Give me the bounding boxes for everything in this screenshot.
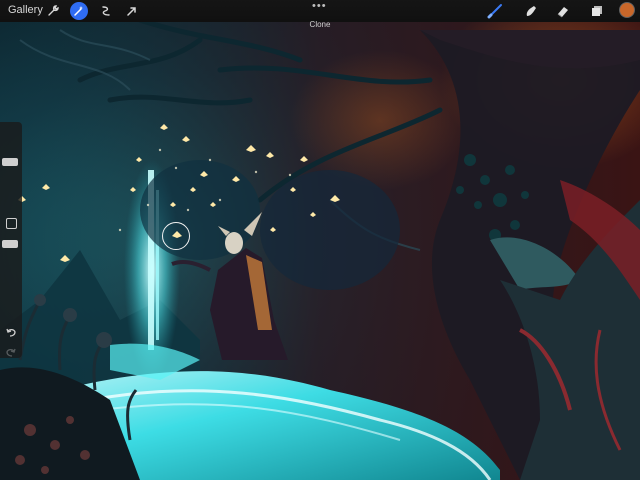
transform-arrow-icon[interactable]: [123, 2, 141, 20]
left-sidebar: [0, 122, 22, 358]
redo-icon[interactable]: [5, 346, 17, 358]
artwork-canvas[interactable]: [0, 0, 640, 480]
undo-icon[interactable]: [5, 326, 17, 338]
brush-icon[interactable]: [486, 2, 504, 20]
selection-icon[interactable]: [97, 2, 115, 20]
modify-button-square-icon[interactable]: [6, 218, 17, 229]
brush-size-handle[interactable]: [2, 158, 18, 166]
gallery-button[interactable]: Gallery: [8, 4, 43, 16]
brush-size-slider[interactable]: [0, 128, 22, 208]
more-options-button[interactable]: •••: [312, 0, 327, 12]
opacity-handle[interactable]: [2, 240, 18, 248]
color-swatch-button[interactable]: [620, 3, 634, 17]
top-toolbar: Gallery •••: [0, 0, 640, 22]
wrench-icon[interactable]: [44, 2, 62, 20]
smudge-icon[interactable]: [522, 2, 540, 20]
procreate-app: Gallery ••• Clone: [0, 0, 640, 480]
magic-wand-icon[interactable]: [70, 2, 88, 20]
opacity-slider[interactable]: [0, 232, 22, 312]
clone-source-cursor[interactable]: [162, 222, 190, 250]
layers-icon[interactable]: [588, 2, 606, 20]
eraser-icon[interactable]: [554, 2, 572, 20]
clone-mode-label: Clone: [309, 20, 331, 29]
